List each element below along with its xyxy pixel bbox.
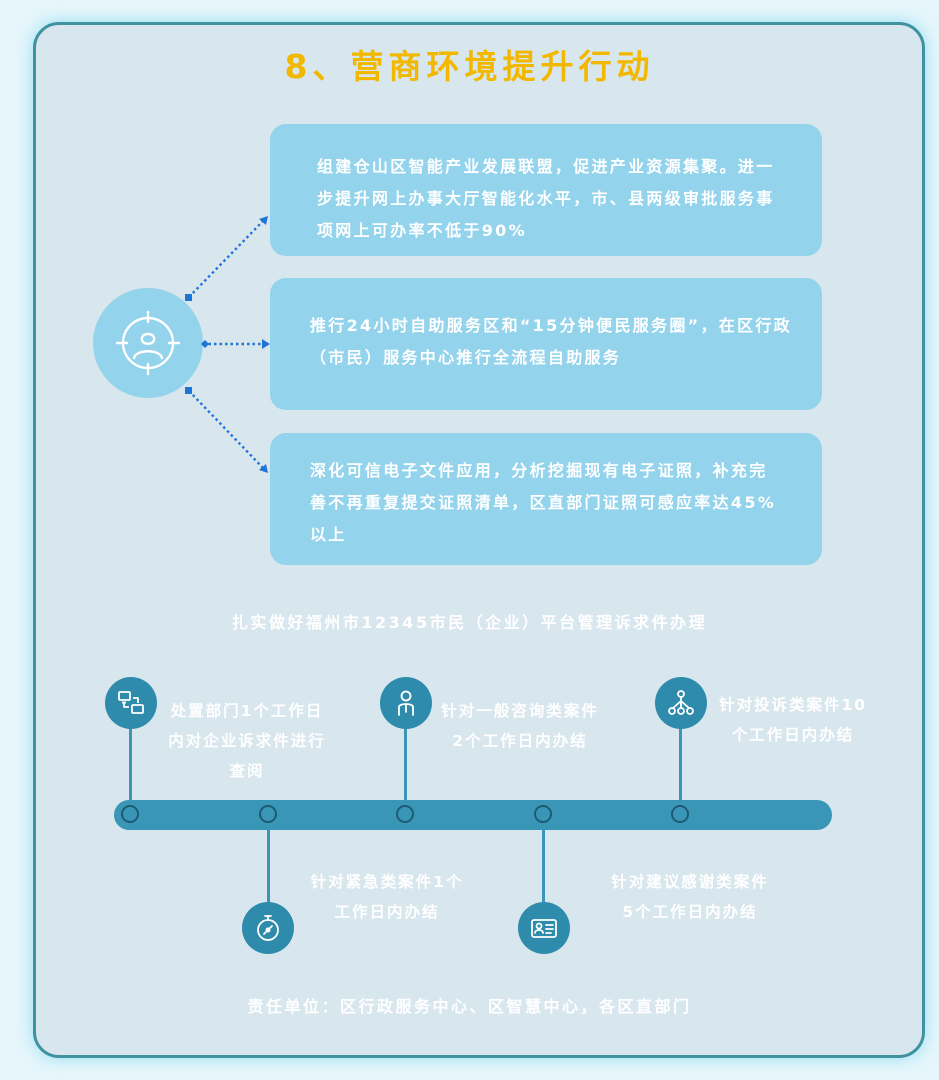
stem-1 — [129, 726, 132, 804]
milestone-icon-2 — [242, 902, 294, 954]
timeline-node-4 — [534, 805, 552, 823]
id-card-icon — [531, 919, 557, 938]
milestone-text-2: 针对紧急类案件1个工作日内办结 — [310, 873, 464, 921]
timeline-node-2 — [259, 805, 277, 823]
action-box-3: 深化可信电子文件应用，分析挖掘现有电子证照，补充完善不再重复提交证照清单，区直部… — [270, 433, 822, 565]
network-icon — [668, 690, 694, 715]
stopwatch-icon — [257, 915, 279, 941]
timeline-bar — [114, 800, 832, 830]
milestone-icon-4 — [518, 902, 570, 954]
milestone-icon-5 — [655, 677, 707, 729]
hotline-caption: 扎实做好福州市12345市民（企业）平台管理诉求件办理 — [231, 613, 708, 632]
responsible-units: 责任单位：区行政服务中心、区智慧中心，各区直部门 — [247, 997, 692, 1016]
milestone-icon-3 — [380, 677, 432, 729]
milestone-text-3: 针对一般咨询类案件2个工作日内办结 — [441, 702, 599, 750]
stem-2 — [267, 825, 270, 903]
stem-3 — [404, 726, 407, 804]
timeline-node-3 — [396, 805, 414, 823]
action-box-2: 推行24小时自助服务区和“15分钟便民服务圈”，在区行政（市民）服务中心推行全流… — [270, 278, 822, 410]
action-text-2: 推行24小时自助服务区和“15分钟便民服务圈”，在区行政（市民）服务中心推行全流… — [310, 316, 792, 367]
milestone-text-4: 针对建议感谢类案件5个工作日内办结 — [611, 873, 769, 921]
action-text-1: 组建仓山区智能产业发展联盟，促进产业资源集聚。进一步提升网上办事大厅智能化水平，… — [317, 157, 775, 240]
timeline-node-5 — [671, 805, 689, 823]
milestone-text-5: 针对投诉类案件10个工作日内办结 — [718, 696, 868, 744]
action-box-1: 组建仓山区智能产业发展联盟，促进产业资源集聚。进一步提升网上办事大厅智能化水平，… — [270, 124, 822, 256]
stem-5 — [679, 726, 682, 804]
milestone-icon-1 — [105, 677, 157, 729]
transfer-icon — [118, 691, 144, 714]
action-text-3: 深化可信电子文件应用，分析挖掘现有电子证照，补充完善不再重复提交证照清单，区直部… — [310, 461, 777, 544]
timeline-node-1 — [121, 805, 139, 823]
person-icon — [398, 690, 414, 716]
stem-4 — [542, 825, 545, 903]
milestone-text-1: 处置部门1个工作日内对企业诉求件进行查阅 — [168, 702, 326, 780]
